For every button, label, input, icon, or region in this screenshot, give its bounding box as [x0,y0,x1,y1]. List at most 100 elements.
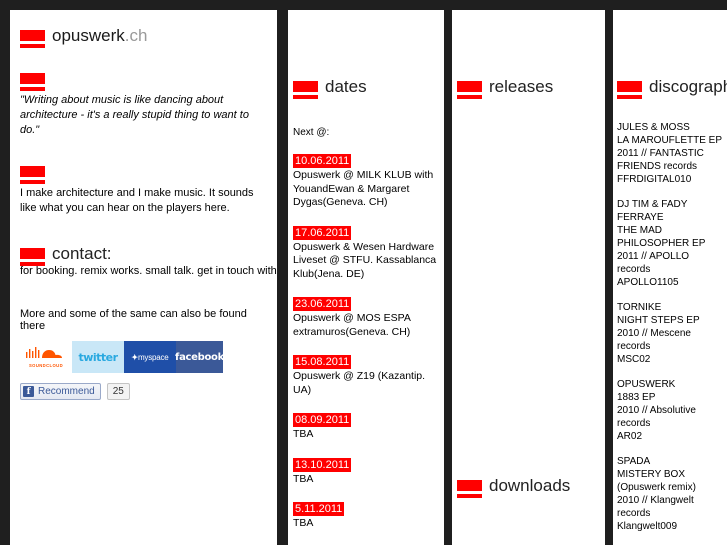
social-links-row: SOUNDCLOUD twitter ✦myspace facebook [20,341,267,373]
date-item[interactable]: 5.11.2011 TBA [293,499,439,531]
facebook-link[interactable]: facebook [175,341,224,373]
dates-heading-label: dates [325,77,367,96]
discography-line: 2011 // FANTASTIC [617,148,704,159]
logo-label: opuswerk.ch [52,26,148,45]
discography-entry: JULES & MOSS LA MAROUFLETTE EP 2011 // F… [617,121,723,186]
date-badge: 13.10.2011 [293,457,352,472]
page-root: opuswerk.ch "Writing about music is like… [0,0,727,545]
contact-line: for booking. remix works. small talk. ge… [20,264,277,278]
discography-line: FERRAYE [617,212,664,223]
facebook-label: facebook [175,351,224,363]
date-description: Opuswerk @ Z19 (Kazantip. UA) [293,370,426,396]
red-block-icon [20,166,45,180]
dates-next-label: Next @: [293,127,330,138]
contact-heading: contact: [20,245,267,262]
facebook-f-icon: f [23,386,34,397]
date-badge: 10.06.2011 [293,154,352,168]
discography-entry: OPUSWERK 1883 EP 2010 // Absolutive reco… [617,378,723,443]
date-item[interactable]: 10.06.2011 Opuswerk @ MILK KLUB with You… [293,151,439,210]
red-block-icon [20,248,45,262]
discography-entry: SPADA MISTERY BOX (Opuswerk remix) 2010 … [617,455,723,533]
date-item[interactable]: 23.06.2011 Opuswerk @ MOS ESPA extramuro… [293,294,439,339]
releases-heading: releases [457,78,600,95]
downloads-heading-label: downloads [489,476,571,495]
date-description: TBA [293,472,314,485]
column-releases: releases downloads [452,10,605,545]
discography-line: THE MAD [617,225,662,236]
site-logo[interactable]: opuswerk.ch [20,27,267,44]
discography-line: FRIENDS records [617,161,698,172]
discography-line: Klangwelt009 [617,521,678,532]
date-description: TBA [293,517,314,529]
discography-line: 2011 // APOLLO records [617,251,690,275]
twitter-link[interactable]: twitter [72,341,124,373]
facebook-recommend-label: Recommend [38,386,95,397]
discography-line: DJ TIM & FADY [617,199,688,210]
discography-line: PHILOSOPHER EP [617,238,706,249]
red-block-icon [20,30,45,44]
red-block-icon [20,73,45,87]
about-intro: I make architecture and I make music. It… [20,187,254,214]
date-badge: 08.09.2011 [293,413,352,427]
red-block-icon [293,81,318,95]
discography-line: APOLLO1105 [617,277,679,288]
dates-heading: dates [293,78,439,95]
discography-line: 2010 // Klangwelt records [617,495,694,519]
discography-heading: discography [617,78,727,95]
discography-line: FFRDIGITAL010 [617,174,692,185]
column-about: opuswerk.ch "Writing about music is like… [10,10,277,545]
releases-heading-label: releases [489,77,554,96]
date-description: Opuswerk @ MOS ESPA extramuros(Geneva. C… [293,312,411,338]
soundcloud-icon [25,346,67,362]
column-dates: dates Next @: 10.06.2011 Opuswerk @ MILK… [288,10,444,545]
facebook-recommend-count: 25 [106,383,130,400]
discography-line: 2010 // Absolutive [617,405,696,416]
discography-heading-label: discography [649,77,727,96]
soundcloud-label: SOUNDCLOUD [28,363,63,368]
red-block-icon [617,81,642,95]
column-layout: opuswerk.ch "Writing about music is like… [10,10,727,545]
facebook-recommend-widget: f Recommend 25 [20,383,267,400]
myspace-link[interactable]: ✦myspace [124,341,176,373]
discography-line: TORNIKE [617,302,662,313]
soundcloud-link[interactable]: SOUNDCLOUD [20,341,72,373]
discography-line: AR02 [617,431,643,442]
discography-line: NIGHT STEPS EP [617,315,700,326]
column-discography: discography JULES & MOSS LA MAROUFLETTE … [613,10,727,545]
discography-line: 1883 EP [617,392,656,403]
discography-line: OPUSWERK [617,379,676,390]
date-badge: 5.11.2011 [293,502,345,516]
discography-line: (Opuswerk remix) [617,482,696,493]
discography-entry: DJ TIM & FADY FERRAYE THE MAD PHILOSOPHE… [617,198,723,289]
discography-entry: TORNIKE NIGHT STEPS EP 2010 // Mescene r… [617,301,723,366]
more-links-label: More and some of the same can also be fo… [20,308,247,332]
myspace-label: ✦myspace [131,352,169,362]
date-badge: 17.06.2011 [293,225,352,240]
date-item[interactable]: 08.09.2011 TBA [293,410,439,442]
red-block-icon [457,81,482,95]
contact-heading-label: contact: [52,244,112,263]
discography-line: 2010 // Mescene records [617,328,691,352]
twitter-label: twitter [78,350,118,364]
contact-line-text: for booking. remix works. small talk. ge… [20,265,277,277]
discography-line: LA MAROUFLETTE EP [617,135,723,146]
date-description: TBA [293,428,314,440]
discography-line: SPADA [617,456,651,467]
discography-line: MSC02 [617,354,651,365]
date-description: Opuswerk & Wesen Hardware Liveset @ STFU… [293,240,437,280]
about-quote: "Writing about music is like dancing abo… [20,94,249,136]
quote-marker [20,73,267,87]
downloads-heading: downloads [457,477,600,494]
intro-marker [20,166,267,180]
date-description: Opuswerk @ MILK KLUB with YouandEwan & M… [293,169,434,208]
facebook-recommend-button[interactable]: f Recommend [20,383,101,400]
date-badge: 23.06.2011 [293,297,352,311]
date-item[interactable]: 15.08.2011 Opuswerk @ Z19 (Kazantip. UA) [293,352,439,397]
discography-line: MISTERY BOX [617,469,685,480]
discography-line: JULES & MOSS [617,122,690,133]
date-badge: 15.08.2011 [293,355,352,369]
date-item[interactable]: 13.10.2011 TBA [293,455,439,487]
date-item[interactable]: 17.06.2011 Opuswerk & Wesen Hardware Liv… [293,223,439,282]
red-block-icon [457,480,482,494]
discography-line: records [617,418,651,429]
